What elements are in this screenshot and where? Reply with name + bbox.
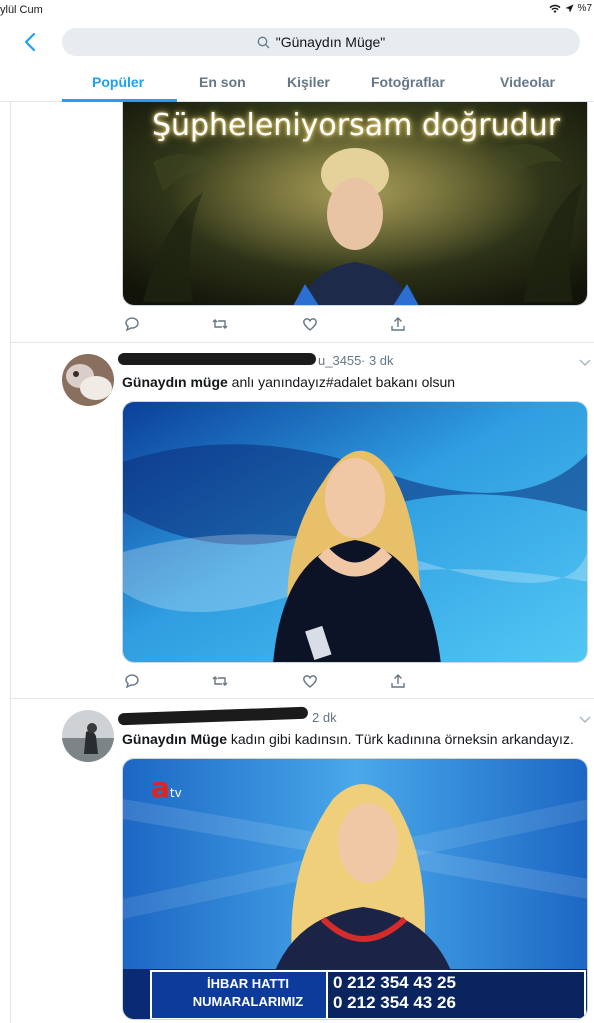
status-indicators: %7 xyxy=(549,3,592,14)
search-query: "Günaydın Müge" xyxy=(275,34,386,50)
redacted-username xyxy=(118,353,316,365)
share-icon[interactable] xyxy=(388,314,408,334)
tweet-mention: Günaydın Müge xyxy=(122,731,227,747)
tweet-actions xyxy=(122,314,588,334)
status-date: ylül Cum xyxy=(0,4,43,16)
caret-down-icon[interactable] xyxy=(578,357,592,367)
retweet-icon[interactable] xyxy=(210,671,230,691)
reply-icon[interactable] xyxy=(122,671,142,691)
tweet-body: kadın gibi kadınsın. Türk kadınına örnek… xyxy=(227,731,574,747)
tweet-body: anlı yanındayız#adalet bakanı olsun xyxy=(227,374,456,390)
tweet-divider xyxy=(10,342,594,343)
tweet-media-image[interactable] xyxy=(122,401,588,663)
location-icon xyxy=(565,4,574,13)
hotline-number-1: 0 212 354 43 25 xyxy=(333,973,456,992)
tab-people[interactable]: Kişiler xyxy=(287,74,330,90)
hotline-number-2: 0 212 354 43 26 xyxy=(333,993,456,1012)
search-tabs: Popüler En son Kişiler Fotoğraflar Video… xyxy=(0,62,594,102)
redacted-username xyxy=(117,706,309,726)
avatar[interactable] xyxy=(62,354,114,406)
avatar[interactable] xyxy=(62,710,114,762)
tweet-actions xyxy=(122,671,588,691)
feed-border xyxy=(10,102,11,1023)
reply-icon[interactable] xyxy=(122,314,142,334)
search-input[interactable]: "Günaydın Müge" xyxy=(62,28,580,56)
hotline-numbers: 0 212 354 43 25 0 212 354 43 26 xyxy=(333,973,583,1013)
media-caption: Şüpheleniyorsam doğrudur xyxy=(151,108,561,143)
back-chevron-icon[interactable] xyxy=(20,30,42,54)
tweet-timestamp: 2 dk xyxy=(312,710,337,725)
tweet-media-image[interactable]: atv İHBAR HATTI NUMARALARIMIZ 0 212 354 … xyxy=(122,758,588,1020)
like-icon[interactable] xyxy=(300,671,320,691)
like-icon[interactable] xyxy=(300,314,320,334)
tweet-divider xyxy=(10,698,594,699)
status-bar: ylül Cum %7 xyxy=(0,0,594,22)
caret-down-icon[interactable] xyxy=(578,714,592,724)
hotline-label-line-2: NUMARALARIMIZ xyxy=(192,994,304,1009)
tab-videos[interactable]: Videolar xyxy=(500,74,555,90)
hotline-label-line-1: İHBAR HATTI xyxy=(206,976,290,991)
hotline-label: İHBAR HATTI NUMARALARIMIZ xyxy=(163,975,333,1011)
share-icon[interactable] xyxy=(388,671,408,691)
search-header: "Günaydın Müge" xyxy=(0,22,594,62)
channel-logo-a: a xyxy=(151,771,170,804)
tweet-text: Günaydın müge anlı yanındayız#adalet bak… xyxy=(122,374,455,390)
media-photo xyxy=(123,402,587,662)
tweet-media-image[interactable]: Şüpheleniyorsam doğrudur xyxy=(122,102,588,306)
retweet-icon[interactable] xyxy=(210,314,230,334)
tweet-timestamp: · 3 dk xyxy=(361,353,394,368)
tweet-text: Günaydın Müge kadın gibi kadınsın. Türk … xyxy=(122,731,574,747)
tweet-mention: Günaydın müge xyxy=(122,374,228,390)
tab-popular[interactable]: Popüler xyxy=(92,74,144,90)
wifi-icon xyxy=(549,4,561,13)
channel-logo-suffix: tv xyxy=(169,786,182,800)
search-icon xyxy=(257,36,270,48)
battery-percent: %7 xyxy=(577,3,592,14)
channel-logo: atv xyxy=(151,771,182,804)
tab-photos[interactable]: Fotoğraflar xyxy=(371,74,445,90)
tab-latest[interactable]: En son xyxy=(199,74,246,90)
tweet-handle: u_3455 xyxy=(318,353,362,368)
